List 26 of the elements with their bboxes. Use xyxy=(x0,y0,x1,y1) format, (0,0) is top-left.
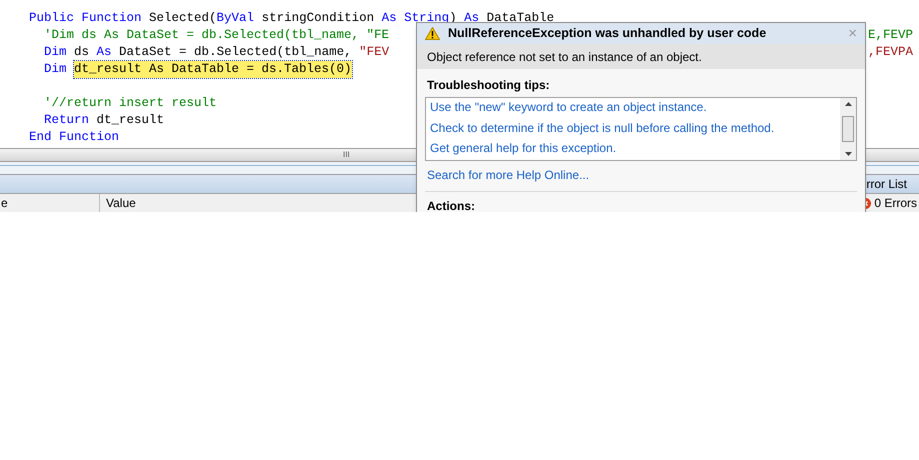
code-token: Return xyxy=(44,112,90,129)
actions-heading: Actions: xyxy=(426,198,476,212)
code-token: Selected( xyxy=(149,10,217,27)
code-token: DataSet = db.Selected(tbl_name, xyxy=(118,44,353,61)
code-token: "FEV xyxy=(359,44,390,61)
highlighted-statement: dt_result As DataTable = ds.Tables(0) xyxy=(74,61,352,78)
code-token: dt_result xyxy=(96,112,164,129)
code-token: ds xyxy=(73,44,90,61)
code-token: Public Function xyxy=(29,10,143,27)
code-token: ByVal xyxy=(216,10,254,27)
code-token: As xyxy=(464,10,480,27)
code-token: ,FEVPA xyxy=(868,44,914,61)
code-token: As String xyxy=(382,10,450,27)
code-token: End Function xyxy=(29,129,120,146)
tips-heading: Troubleshooting tips: xyxy=(426,77,551,94)
dialog-title: NullReferenceException was unhandled by user code xyxy=(448,25,768,42)
code-token: Dim xyxy=(44,44,67,61)
code-token: stringCondition xyxy=(260,10,376,27)
code-token: E,FEVP xyxy=(868,27,914,44)
scrollbar-grip: III xyxy=(343,151,350,159)
code-token: As xyxy=(96,44,112,61)
code-token: 'Dim ds As DataSet = db.Selected(tbl_name, "FE xyxy=(44,27,390,44)
exception-message: Object reference not set to an instance of an object. xyxy=(417,44,865,69)
code-token: Dim xyxy=(44,61,68,78)
code-token: DataTable xyxy=(486,10,554,27)
code-token: '//return insert result xyxy=(44,95,217,112)
